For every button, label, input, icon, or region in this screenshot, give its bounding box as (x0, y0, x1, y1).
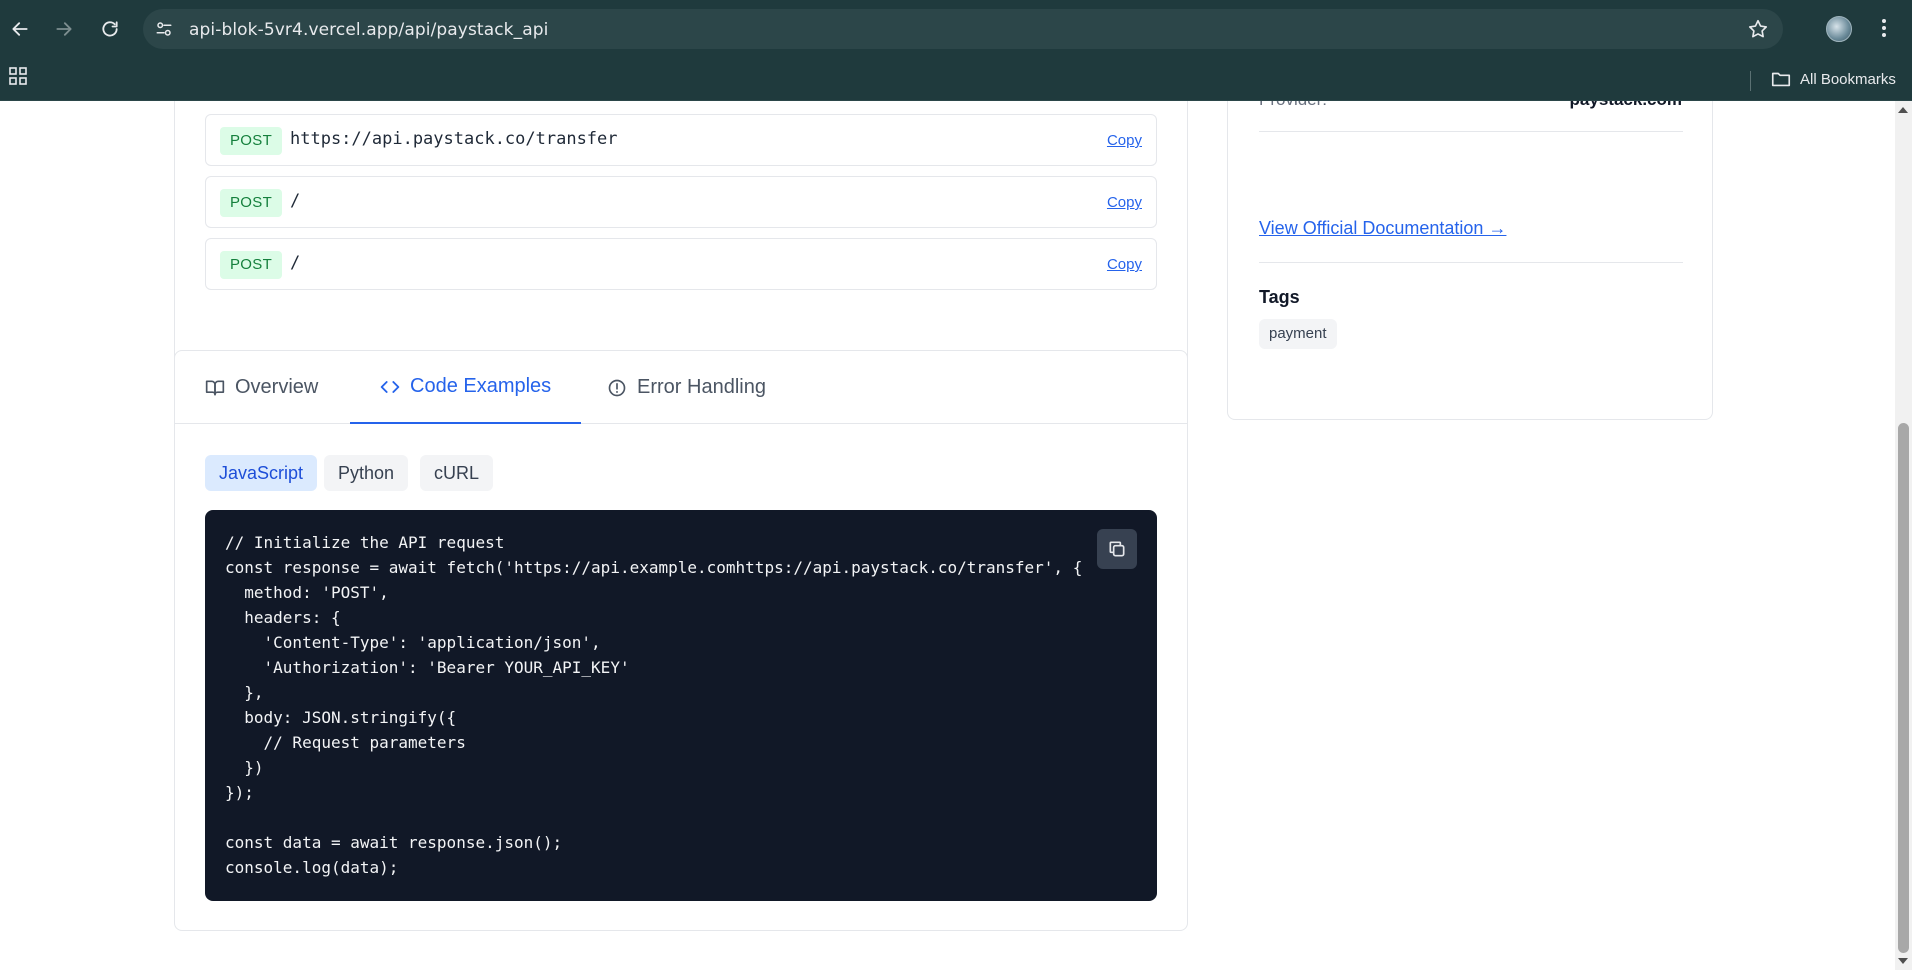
more-vertical-icon (1882, 19, 1886, 37)
book-open-icon (205, 380, 225, 395)
tab-label: Error Handling (637, 376, 766, 398)
lang-curl-button[interactable]: cURL (420, 455, 494, 491)
tag-chip: payment (1259, 319, 1337, 349)
alert-circle-icon (608, 379, 626, 396)
browser-menu-button[interactable] (1874, 15, 1894, 46)
page-scrollbar[interactable] (1895, 101, 1912, 970)
scrollbar-thumb[interactable] (1898, 423, 1909, 953)
reload-icon (102, 21, 118, 37)
folder-icon[interactable] (1770, 68, 1792, 95)
page-viewport: POST https://api.paystack.co/transfer Co… (0, 101, 1895, 970)
divider (1259, 131, 1683, 132)
all-bookmarks-link[interactable]: All Bookmarks (1800, 71, 1896, 88)
endpoint-row: POST / Copy (205, 238, 1157, 290)
tab-label: Code Examples (410, 375, 552, 397)
endpoint-path: https://api.paystack.co/transfer (290, 129, 618, 149)
tab-error-handling[interactable]: Error Handling (607, 351, 766, 424)
code-icon (380, 380, 400, 393)
bookmarks-divider (1750, 71, 1751, 91)
api-info-card: Provider: paystack.com View Official Doc… (1227, 101, 1713, 420)
scroll-up-arrow-icon[interactable] (1898, 107, 1908, 113)
back-button[interactable] (4, 13, 36, 45)
code-snippet: // Initialize the API request const resp… (225, 533, 1083, 877)
code-block: // Initialize the API request const resp… (205, 510, 1157, 901)
address-bar[interactable]: api-blok-5vr4.vercel.app/api/paystack_ap… (143, 9, 1783, 49)
profile-avatar[interactable] (1826, 16, 1852, 42)
endpoint-row: POST / Copy (205, 176, 1157, 228)
provider-label: Provider: (1259, 101, 1327, 110)
copy-endpoint-button[interactable]: Copy (1107, 194, 1142, 211)
browser-toolbar: api-blok-5vr4.vercel.app/api/paystack_ap… (0, 0, 1912, 58)
copy-endpoint-button[interactable]: Copy (1107, 132, 1142, 149)
apps-grid-icon[interactable] (8, 66, 28, 91)
tab-label: Overview (235, 376, 319, 398)
tab-overview[interactable]: Overview (205, 351, 318, 424)
forward-button[interactable] (48, 13, 80, 45)
lang-javascript-button[interactable]: JavaScript (205, 455, 318, 491)
tags-heading: Tags (1259, 287, 1300, 307)
reload-button[interactable] (94, 13, 126, 45)
method-badge: POST (220, 189, 283, 217)
tab-code-examples[interactable]: Code Examples (350, 351, 582, 424)
bookmark-star-icon[interactable] (1747, 18, 1769, 45)
arrow-left-icon (12, 22, 28, 36)
endpoint-path: / (290, 191, 301, 211)
method-badge: POST (220, 127, 283, 155)
endpoint-row: POST https://api.paystack.co/transfer Co… (205, 114, 1157, 166)
site-settings-icon[interactable] (155, 20, 173, 43)
bookmarks-bar: All Bookmarks (0, 58, 1912, 101)
method-badge: POST (220, 251, 283, 279)
copy-icon (1109, 541, 1125, 557)
endpoint-path: / (290, 253, 301, 273)
official-docs-link[interactable]: View Official Documentation → (1259, 218, 1506, 239)
scroll-down-arrow-icon[interactable] (1898, 958, 1908, 964)
docs-tabs-card: Overview Code Examples Error Handling Ja… (174, 350, 1188, 931)
url-text[interactable]: api-blok-5vr4.vercel.app/api/paystack_ap… (189, 20, 548, 40)
copy-endpoint-button[interactable]: Copy (1107, 256, 1142, 273)
copy-code-button[interactable] (1097, 529, 1137, 569)
lang-python-button[interactable]: Python (324, 455, 409, 491)
tab-bar: Overview Code Examples Error Handling (175, 351, 1187, 424)
arrow-right-icon (56, 22, 72, 36)
divider (1259, 262, 1683, 263)
provider-value: paystack.com (1570, 101, 1682, 110)
